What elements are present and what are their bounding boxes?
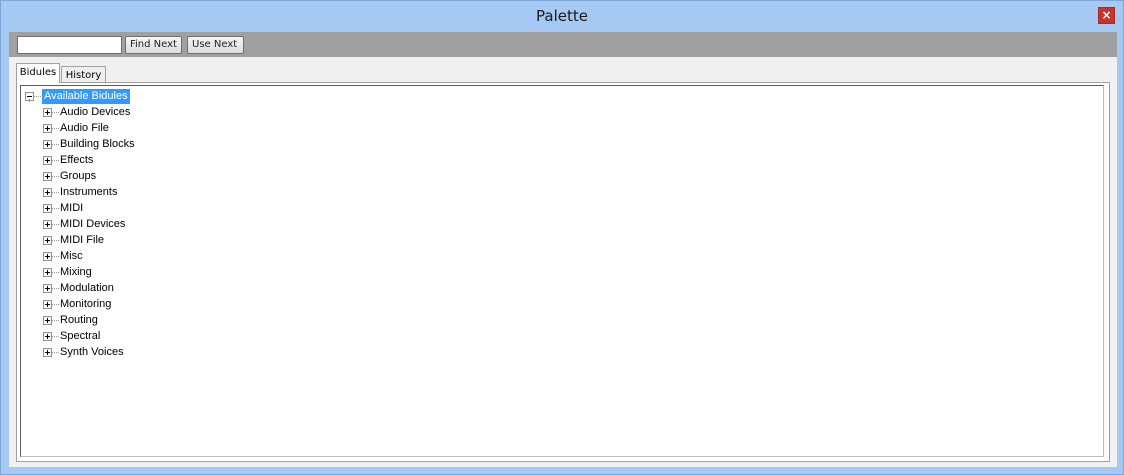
expand-icon[interactable] (43, 220, 52, 229)
window-title: Palette (536, 7, 588, 25)
tree-item[interactable]: MIDI File (43, 232, 243, 248)
tree-item[interactable]: Modulation (43, 280, 243, 296)
tree-item[interactable]: Audio Devices (43, 104, 243, 120)
tree-connector (52, 288, 59, 289)
bidule-tree[interactable]: Available Bidules Audio Devices Audio Fil… (20, 85, 1104, 457)
tree-item-label[interactable]: Routing (60, 312, 98, 328)
expand-icon[interactable] (43, 188, 52, 197)
tree-item-label[interactable]: Misc (60, 248, 83, 264)
tree-item-label[interactable]: Effects (60, 152, 93, 168)
tree-item[interactable]: MIDI Devices (43, 216, 243, 232)
tree-item-label[interactable]: MIDI (60, 200, 83, 216)
tree-connector (52, 144, 59, 145)
tree-connector (52, 192, 59, 193)
find-next-button[interactable]: Find Next (125, 36, 182, 54)
expand-icon[interactable] (43, 284, 52, 293)
tree-connector (52, 128, 59, 129)
tree-item[interactable]: Misc (43, 248, 243, 264)
tree-connector (52, 112, 59, 113)
close-button[interactable]: × (1098, 7, 1115, 24)
tree-item[interactable]: Effects (43, 152, 243, 168)
tree-connector (52, 208, 59, 209)
tree-item-label[interactable]: Audio File (60, 120, 109, 136)
tab-history[interactable]: History (61, 66, 106, 83)
tree-item-label[interactable]: Building Blocks (60, 136, 135, 152)
tree-item[interactable]: Monitoring (43, 296, 243, 312)
palette-window: Palette × Find Next Use Next Bidules His… (0, 0, 1124, 475)
tree-connector (29, 99, 30, 102)
tree-item[interactable]: Groups (43, 168, 243, 184)
expand-icon[interactable] (43, 236, 52, 245)
expand-icon[interactable] (43, 124, 52, 133)
expand-icon[interactable] (43, 108, 52, 117)
expand-icon[interactable] (43, 348, 52, 357)
tab-content-frame: Available Bidules Audio Devices Audio Fil… (16, 82, 1110, 462)
tab-bidules[interactable]: Bidules (16, 63, 60, 83)
expand-icon[interactable] (43, 156, 52, 165)
tree-connector (52, 224, 59, 225)
tree-item-label[interactable]: Groups (60, 168, 96, 184)
use-next-button[interactable]: Use Next (187, 36, 244, 54)
tree-connector (52, 256, 59, 257)
tree-connector (52, 272, 59, 273)
expand-icon[interactable] (43, 204, 52, 213)
tree-connector (52, 320, 59, 321)
tree-item-label[interactable]: Mixing (60, 264, 92, 280)
expand-icon[interactable] (43, 300, 52, 309)
tree-connector (52, 240, 59, 241)
tree-item[interactable]: Mixing (43, 264, 243, 280)
expand-icon[interactable] (43, 268, 52, 277)
expand-icon[interactable] (43, 332, 52, 341)
search-toolbar: Find Next Use Next (9, 32, 1117, 57)
tree-connector (52, 336, 59, 337)
tree-item-label[interactable]: Spectral (60, 328, 100, 344)
tree-item-label[interactable]: MIDI File (60, 232, 104, 248)
tree-item-label[interactable]: Instruments (60, 184, 117, 200)
palette-panel: Bidules History Available Bidules Audio … (9, 57, 1117, 467)
close-icon: × (1101, 8, 1112, 22)
tree-connector (52, 160, 59, 161)
tree-item[interactable]: Synth Voices (43, 344, 243, 360)
tree-connector (52, 352, 59, 353)
tree-connector (52, 304, 59, 305)
expand-icon[interactable] (43, 172, 52, 181)
tree-item[interactable]: Audio File (43, 120, 243, 136)
tree-connector (52, 176, 59, 177)
expand-icon[interactable] (43, 252, 52, 261)
expand-icon[interactable] (43, 140, 52, 149)
tree-item-label[interactable]: MIDI Devices (60, 216, 125, 232)
title-bar[interactable]: Palette × (1, 1, 1123, 31)
tree-item-label[interactable]: Modulation (60, 280, 114, 296)
tree-item-label[interactable]: Monitoring (60, 296, 111, 312)
tree-root-label[interactable]: Available Bidules (42, 89, 130, 104)
search-input[interactable] (17, 36, 122, 54)
expand-icon[interactable] (43, 316, 52, 325)
tree-item[interactable]: Instruments (43, 184, 243, 200)
tree-item[interactable]: Spectral (43, 328, 243, 344)
tree-item[interactable]: Building Blocks (43, 136, 243, 152)
tree-item-label[interactable]: Audio Devices (60, 104, 130, 120)
tree-item-label[interactable]: Synth Voices (60, 344, 124, 360)
tree-item[interactable]: Routing (43, 312, 243, 328)
tree-item[interactable]: MIDI (43, 200, 243, 216)
tree-connector (34, 96, 42, 97)
